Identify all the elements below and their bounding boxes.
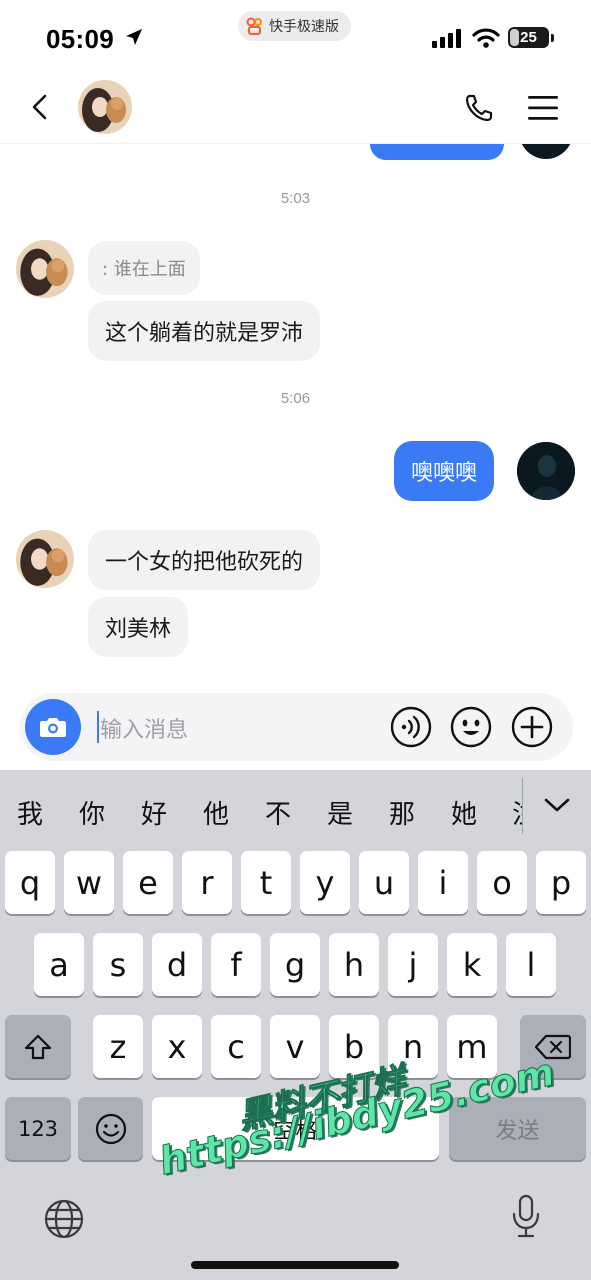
candidate-word[interactable]: 你 bbox=[79, 794, 105, 831]
message-input-bar: 输入消息 bbox=[20, 693, 573, 761]
key[interactable]: h bbox=[329, 933, 379, 996]
candidate-word[interactable]: 那 bbox=[389, 794, 415, 831]
home-indicator[interactable] bbox=[191, 1261, 399, 1269]
key[interactable]: d bbox=[152, 933, 202, 996]
battery-indicator: 25 bbox=[508, 27, 549, 48]
my-avatar[interactable] bbox=[517, 442, 575, 500]
message-list[interactable]: 5:03 : 谁在上面 这个躺着的就是罗沛 5:06 噢噢噢 一个女的把他砍死的… bbox=[0, 144, 591, 690]
emoji-icon bbox=[95, 1113, 126, 1144]
timestamp: 5:03 bbox=[280, 190, 311, 207]
shift-icon bbox=[24, 1034, 52, 1059]
key[interactable]: c bbox=[211, 1015, 261, 1078]
status-bar: 05:09 快手极速版 25 bbox=[0, 0, 591, 78]
plus-icon[interactable] bbox=[511, 706, 553, 748]
app-indicator-label: 快手极速版 bbox=[269, 19, 339, 35]
kuaishou-logo-icon bbox=[246, 17, 262, 35]
candidate-word[interactable]: 她 bbox=[451, 794, 477, 831]
key[interactable]: m bbox=[447, 1015, 497, 1078]
emoji-icon[interactable] bbox=[450, 706, 492, 748]
key[interactable]: b bbox=[329, 1015, 379, 1078]
key[interactable]: v bbox=[270, 1015, 320, 1078]
my-avatar[interactable] bbox=[518, 144, 574, 159]
chat-header bbox=[0, 78, 591, 144]
space-key[interactable]: 空格 bbox=[152, 1097, 439, 1160]
key[interactable]: g bbox=[270, 933, 320, 996]
key[interactable]: r bbox=[182, 851, 232, 914]
candidate-word[interactable]: 好 bbox=[141, 794, 167, 831]
cell-signal-icon bbox=[432, 29, 461, 48]
key[interactable]: p bbox=[536, 851, 586, 914]
key[interactable]: i bbox=[418, 851, 468, 914]
candidate-word[interactable]: 不 bbox=[265, 794, 291, 831]
backspace-icon bbox=[535, 1034, 571, 1059]
microphone-icon[interactable] bbox=[510, 1194, 542, 1240]
app-indicator-pill[interactable]: 快手极速版 bbox=[238, 11, 351, 41]
candidate-bar: 我 你 好 他 不 是 那 她 注 bbox=[0, 770, 591, 850]
contact-avatar[interactable] bbox=[78, 80, 132, 134]
wifi-icon bbox=[472, 28, 500, 48]
keyboard: 我 你 好 他 不 是 那 她 注 q w e r t y u i o p a … bbox=[0, 770, 591, 1280]
candidate-word[interactable]: 我 bbox=[17, 794, 43, 831]
backspace-key[interactable] bbox=[520, 1015, 586, 1078]
candidate-word[interactable]: 他 bbox=[203, 794, 229, 831]
previous-message-bubble[interactable] bbox=[370, 144, 504, 160]
send-key[interactable]: 发送 bbox=[449, 1097, 586, 1160]
contact-avatar[interactable] bbox=[16, 530, 74, 588]
globe-icon[interactable] bbox=[43, 1198, 85, 1240]
emoji-key[interactable] bbox=[78, 1097, 143, 1160]
message-input[interactable]: 输入消息 bbox=[100, 712, 188, 744]
contact-avatar[interactable] bbox=[16, 240, 74, 298]
my-message-bubble[interactable]: 噢噢噢 bbox=[394, 441, 495, 501]
location-arrow-icon bbox=[126, 29, 142, 45]
key[interactable]: w bbox=[64, 851, 114, 914]
key[interactable]: e bbox=[123, 851, 173, 914]
quoted-message-bubble[interactable]: : 谁在上面 bbox=[88, 241, 200, 295]
menu-icon[interactable] bbox=[528, 95, 558, 121]
message-bubble[interactable]: 这个躺着的就是罗沛 bbox=[88, 301, 321, 361]
key[interactable]: x bbox=[152, 1015, 202, 1078]
candidate-divider bbox=[522, 778, 523, 834]
camera-button[interactable] bbox=[25, 699, 81, 755]
phone-call-icon[interactable] bbox=[463, 92, 495, 124]
key[interactable]: f bbox=[211, 933, 261, 996]
text-caret bbox=[97, 711, 99, 743]
back-icon[interactable] bbox=[26, 92, 56, 122]
camera-icon bbox=[40, 718, 66, 737]
key[interactable]: z bbox=[93, 1015, 143, 1078]
battery-fill bbox=[510, 29, 520, 46]
key[interactable]: j bbox=[388, 933, 438, 996]
key[interactable]: q bbox=[5, 851, 55, 914]
battery-tip bbox=[551, 34, 554, 42]
chevron-down-icon[interactable] bbox=[543, 796, 571, 814]
numbers-key[interactable]: 123 bbox=[5, 1097, 71, 1160]
battery-level: 25 bbox=[520, 29, 537, 46]
voice-icon[interactable] bbox=[390, 706, 432, 748]
shift-key[interactable] bbox=[5, 1015, 71, 1078]
key[interactable]: n bbox=[388, 1015, 438, 1078]
timestamp: 5:06 bbox=[280, 390, 311, 407]
key[interactable]: k bbox=[447, 933, 497, 996]
candidate-word[interactable]: 注 bbox=[512, 794, 522, 831]
message-bubble[interactable]: 刘美林 bbox=[88, 597, 189, 657]
key[interactable]: a bbox=[34, 933, 84, 996]
key[interactable]: u bbox=[359, 851, 409, 914]
status-time: 05:09 bbox=[46, 24, 114, 54]
key[interactable]: o bbox=[477, 851, 527, 914]
key[interactable]: l bbox=[506, 933, 556, 996]
key[interactable]: s bbox=[93, 933, 143, 996]
message-bubble[interactable]: 一个女的把他砍死的 bbox=[88, 530, 321, 590]
candidate-word[interactable]: 是 bbox=[327, 794, 353, 831]
key[interactable]: t bbox=[241, 851, 291, 914]
key[interactable]: y bbox=[300, 851, 350, 914]
